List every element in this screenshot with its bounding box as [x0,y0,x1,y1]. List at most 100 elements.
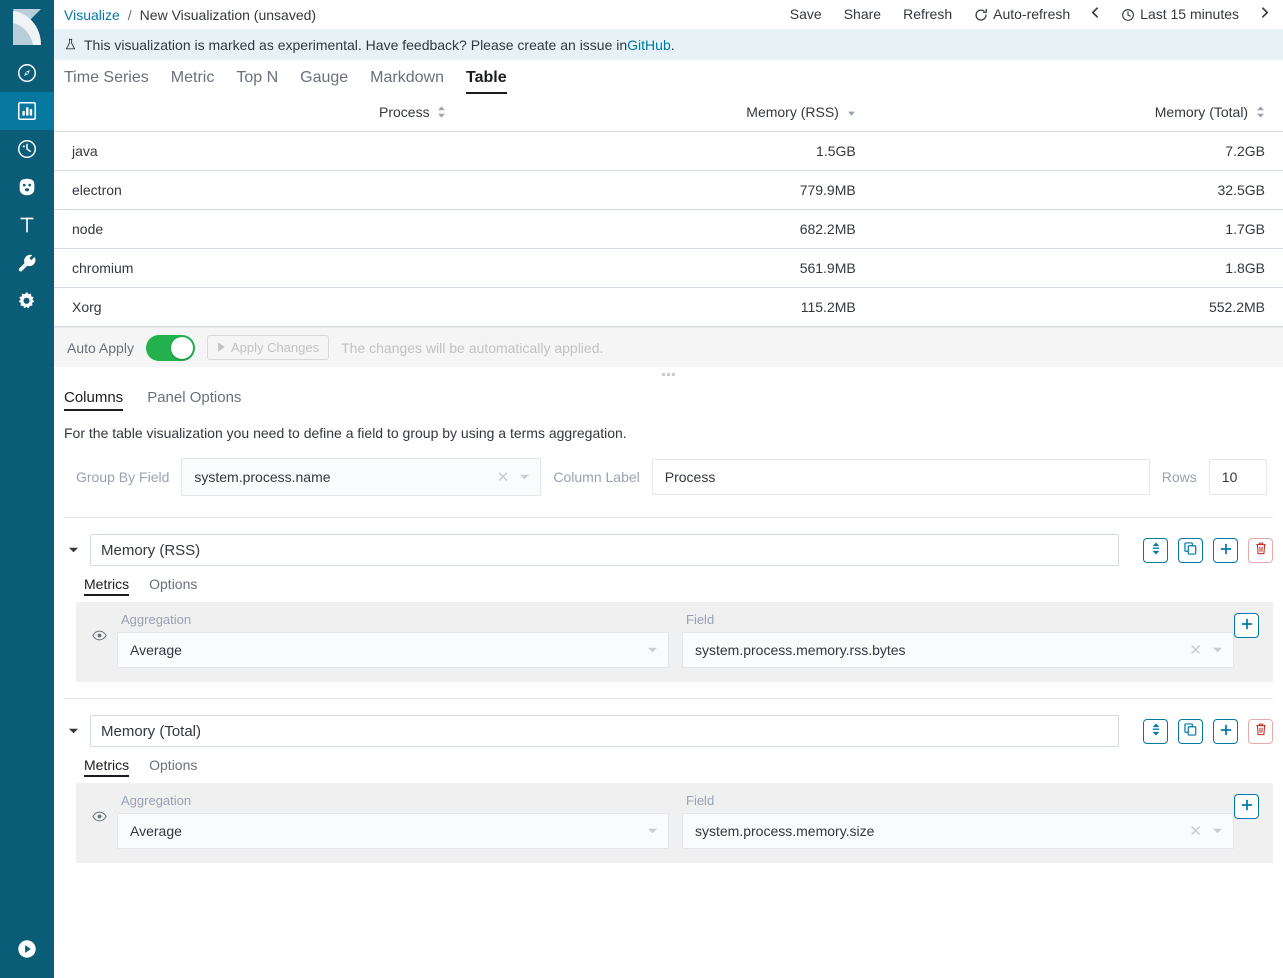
plus-icon [1241,618,1253,633]
chevron-down-icon[interactable] [643,646,662,654]
table-body: java 1.5GB 7.2GB electron 779.9MB 32.5GB… [54,132,1283,327]
aggregation-select[interactable]: Average [117,632,669,668]
tab-columns[interactable]: Columns [64,389,135,411]
series-panel-memory-total: Metrics Options Aggregation Average [64,698,1273,863]
column-header-process-label: Process [379,104,430,120]
kibana-logo[interactable] [0,0,54,54]
series-label-input[interactable] [90,534,1119,566]
chevron-down-icon[interactable] [1208,646,1227,654]
series-tab-metrics[interactable]: Metrics [84,576,139,596]
field-value: system.process.memory.rss.bytes [695,642,1183,658]
tab-table[interactable]: Table [455,68,518,94]
chevron-left-icon [1089,6,1102,23]
field-combobox[interactable]: system.process.memory.size ✕ [682,813,1234,849]
toggle-metric-visibility-button[interactable] [90,793,117,827]
collapse-series-button[interactable] [64,722,82,740]
aggregation-value: Average [130,823,643,839]
aggregation-field-group: Aggregation Average [117,793,669,849]
column-header-memory-rss[interactable]: Memory (RSS) [464,94,873,132]
sidebar-item-management[interactable] [0,282,54,320]
group-by-field-label: Group By Field [64,469,181,485]
refresh-button[interactable]: Refresh [892,0,963,29]
collapse-series-button[interactable] [64,541,82,559]
table-row[interactable]: node 682.2MB 1.7GB [54,210,1283,249]
toggle-metric-visibility-button[interactable] [90,612,117,646]
series-label-input[interactable] [90,715,1119,747]
breadcrumb-visualize[interactable]: Visualize [64,7,120,23]
trash-icon [1255,723,1267,739]
share-button[interactable]: Share [833,0,892,29]
series-tab-options[interactable]: Options [139,757,207,777]
table-row[interactable]: electron 779.9MB 32.5GB [54,171,1283,210]
auto-apply-toggle[interactable] [146,335,195,361]
cell-memory-total: 7.2GB [874,132,1283,171]
sidebar-item-visualize[interactable] [0,92,54,130]
reorder-series-button[interactable] [1143,538,1168,563]
group-by-field-combobox[interactable]: system.process.name ✕ [181,458,541,496]
play-icon [217,340,226,355]
breadcrumb-current: New Visualization (unsaved) [140,7,316,23]
chevron-down-icon[interactable] [643,827,662,835]
column-label-input[interactable] [652,459,1150,495]
chevron-down-icon[interactable] [1208,827,1227,835]
add-series-button[interactable] [1213,538,1238,563]
series-tab-options[interactable]: Options [139,576,207,596]
apply-changes-button[interactable]: Apply Changes [207,335,329,360]
time-range-label: Last 15 minutes [1140,0,1239,29]
github-link[interactable]: GitHub [627,37,671,53]
cell-memory-rss: 779.9MB [464,171,873,210]
refresh-label: Refresh [903,0,952,29]
plus-icon [1220,543,1232,558]
sidebar-item-discover[interactable] [0,54,54,92]
cell-memory-rss: 115.2MB [464,288,873,327]
time-prev-button[interactable] [1081,6,1110,23]
sidebar-item-dev-tools[interactable] [0,244,54,282]
delete-series-button[interactable] [1248,538,1273,563]
vertical-arrows-icon [1150,542,1162,558]
save-button[interactable]: Save [779,0,833,29]
tab-top-n[interactable]: Top N [225,68,289,94]
add-metric-button[interactable] [1234,613,1259,638]
column-header-process[interactable]: Process [54,94,464,132]
sidebar-item-apm[interactable] [0,168,54,206]
clone-series-button[interactable] [1178,719,1203,744]
global-nav-sidebar [0,0,54,978]
column-header-memory-total-label: Memory (Total) [1155,104,1248,120]
breadcrumb: Visualize / New Visualization (unsaved) [64,7,316,23]
editor-resize-handle[interactable] [54,367,1283,381]
eye-icon [92,628,107,646]
time-next-button[interactable] [1250,6,1279,23]
clear-icon[interactable]: ✕ [491,468,516,486]
tab-gauge[interactable]: Gauge [289,68,359,94]
rows-input[interactable] [1209,459,1267,495]
clone-series-button[interactable] [1178,538,1203,563]
time-range-picker[interactable]: Last 15 minutes [1110,0,1250,29]
auto-apply-note: The changes will be automatically applie… [341,340,603,356]
sidebar-item-dashboard[interactable] [0,130,54,168]
auto-refresh-button[interactable]: Auto-refresh [963,0,1081,29]
tab-markdown[interactable]: Markdown [359,68,455,94]
field-combobox[interactable]: system.process.memory.rss.bytes ✕ [682,632,1234,668]
series-header [64,715,1273,747]
table-row[interactable]: chromium 561.9MB 1.8GB [54,249,1283,288]
plus-icon [1241,799,1253,814]
add-series-button[interactable] [1213,719,1238,744]
aggregation-select[interactable]: Average [117,813,669,849]
reorder-series-button[interactable] [1143,719,1168,744]
metric-row: Aggregation Average Field system.process… [76,602,1273,682]
table-row[interactable]: java 1.5GB 7.2GB [54,132,1283,171]
clear-icon[interactable]: ✕ [1183,641,1208,659]
column-header-memory-total[interactable]: Memory (Total) [874,94,1283,132]
sidebar-item-timelion[interactable] [0,206,54,244]
tab-metric[interactable]: Metric [160,68,226,94]
collapse-toggle[interactable] [0,924,54,978]
chevron-down-icon[interactable] [515,473,534,481]
series-tab-metrics[interactable]: Metrics [84,757,139,777]
tab-time-series[interactable]: Time Series [64,68,160,94]
add-metric-button[interactable] [1234,794,1259,819]
copy-icon [1184,723,1197,739]
clear-icon[interactable]: ✕ [1183,822,1208,840]
table-row[interactable]: Xorg 115.2MB 552.2MB [54,288,1283,327]
tab-panel-options[interactable]: Panel Options [135,389,253,411]
delete-series-button[interactable] [1248,719,1273,744]
